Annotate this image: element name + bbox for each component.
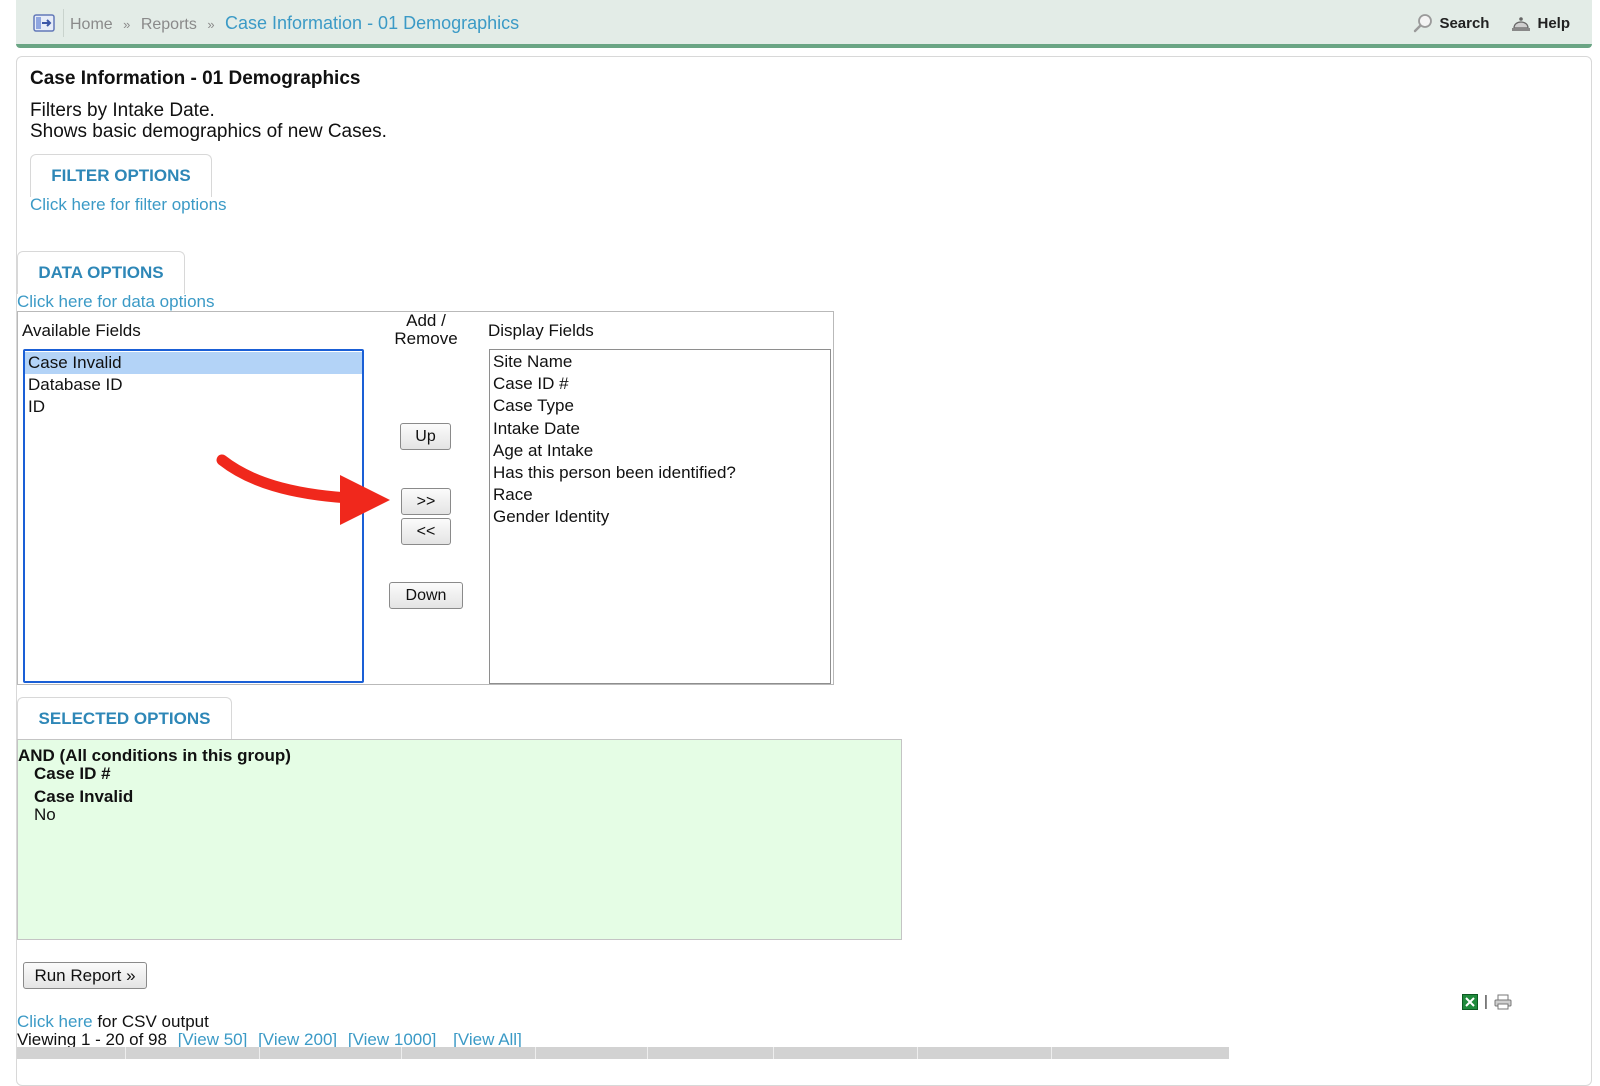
- results-table-header: [17, 1047, 1229, 1059]
- search-button[interactable]: Search: [1413, 13, 1489, 33]
- csv-output-link[interactable]: Click here: [17, 1012, 93, 1031]
- display-field-option[interactable]: Gender Identity: [490, 506, 830, 528]
- available-field-option[interactable]: Database ID: [25, 374, 362, 396]
- add-remove-label: Add / Remove: [376, 312, 476, 348]
- excel-icon[interactable]: [1462, 993, 1478, 1010]
- display-field-option[interactable]: Case Type: [490, 395, 830, 417]
- column-divider: [401, 1047, 402, 1059]
- annotation-arrow: [216, 454, 390, 525]
- move-down-button[interactable]: Down: [389, 582, 463, 609]
- column-divider: [1051, 1047, 1052, 1059]
- help-label: Help: [1537, 14, 1570, 32]
- menu-toggle-icon: [32, 14, 55, 32]
- tab-filter-options[interactable]: FILTER OPTIONS: [30, 154, 212, 197]
- help-button[interactable]: Help: [1511, 14, 1570, 32]
- condition-item: Case ID #: [34, 765, 111, 783]
- move-up-button[interactable]: Up: [400, 423, 451, 450]
- run-report-button[interactable]: Run Report »: [23, 962, 147, 989]
- column-divider: [917, 1047, 918, 1059]
- display-field-option[interactable]: Case ID #: [490, 373, 830, 395]
- breadcrumb-current-link[interactable]: Case Information - 01 Demographics: [225, 13, 519, 33]
- condition-value: No: [34, 805, 56, 824]
- display-field-option[interactable]: Age at Intake: [490, 440, 830, 462]
- available-field-option[interactable]: Case Invalid: [25, 352, 362, 375]
- tab-data-options[interactable]: DATA OPTIONS: [17, 251, 185, 294]
- icon-divider: |: [1484, 993, 1488, 1010]
- field-picker: Available Fields Add / Remove Display Fi…: [17, 311, 834, 685]
- report-description: Filters by Intake Date. Shows basic demo…: [30, 100, 387, 142]
- condition-key: Case ID #: [34, 764, 111, 783]
- breadcrumb-separator: »: [207, 17, 215, 32]
- add-remove-label-line: Add /: [406, 311, 446, 330]
- top-actions: Search Help: [1413, 13, 1570, 33]
- search-label: Search: [1439, 14, 1490, 32]
- condition-item: Case Invalid No: [34, 788, 133, 824]
- breadcrumb-home-link[interactable]: Home: [70, 16, 113, 33]
- remove-field-button[interactable]: <<: [401, 518, 451, 545]
- tab-selected-options[interactable]: SELECTED OPTIONS: [17, 697, 232, 740]
- display-fields-label: Display Fields: [488, 321, 594, 340]
- column-divider: [535, 1047, 536, 1059]
- add-remove-label-line: Remove: [394, 329, 458, 348]
- description-line: Filters by Intake Date.: [30, 100, 215, 121]
- description-line: Shows basic demographics of new Cases.: [30, 121, 387, 142]
- top-navigation-bar: Home » Reports » Case Information - 01 D…: [16, 0, 1592, 48]
- breadcrumb-reports-link[interactable]: Reports: [141, 16, 197, 33]
- column-divider: [773, 1047, 774, 1059]
- column-divider: [647, 1047, 648, 1059]
- available-fields-label: Available Fields: [22, 321, 141, 340]
- selected-options-panel: AND (All conditions in this group) Case …: [17, 739, 902, 940]
- menu-toggle-button[interactable]: [24, 9, 64, 37]
- export-icons: |: [1462, 993, 1512, 1010]
- search-icon: [1414, 14, 1433, 33]
- condition-group-label: AND (All conditions in this group): [18, 746, 291, 765]
- csv-output-text: for CSV output: [92, 1012, 209, 1031]
- help-icon: [1512, 17, 1531, 31]
- print-icon[interactable]: [1494, 994, 1512, 1010]
- column-divider: [125, 1047, 126, 1059]
- display-field-option[interactable]: Race: [490, 484, 830, 506]
- data-options-link[interactable]: Click here for data options: [17, 292, 215, 312]
- display-field-option[interactable]: Intake Date: [490, 418, 830, 440]
- condition-key: Case Invalid: [34, 787, 134, 806]
- breadcrumb-separator: »: [123, 17, 131, 32]
- display-field-option[interactable]: Site Name: [490, 351, 830, 373]
- page-title: Case Information - 01 Demographics: [30, 68, 361, 89]
- csv-output-line: Click here for CSV output: [17, 1012, 209, 1032]
- available-field-option[interactable]: ID: [25, 396, 362, 418]
- display-field-option[interactable]: Has this person been identified?: [490, 462, 830, 484]
- filter-options-link[interactable]: Click here for filter options: [30, 195, 227, 215]
- breadcrumb: Home » Reports » Case Information - 01 D…: [70, 13, 519, 34]
- add-field-button[interactable]: >>: [401, 488, 451, 515]
- column-divider: [259, 1047, 260, 1059]
- display-fields-list[interactable]: Site Name Case ID # Case Type Intake Dat…: [489, 349, 831, 684]
